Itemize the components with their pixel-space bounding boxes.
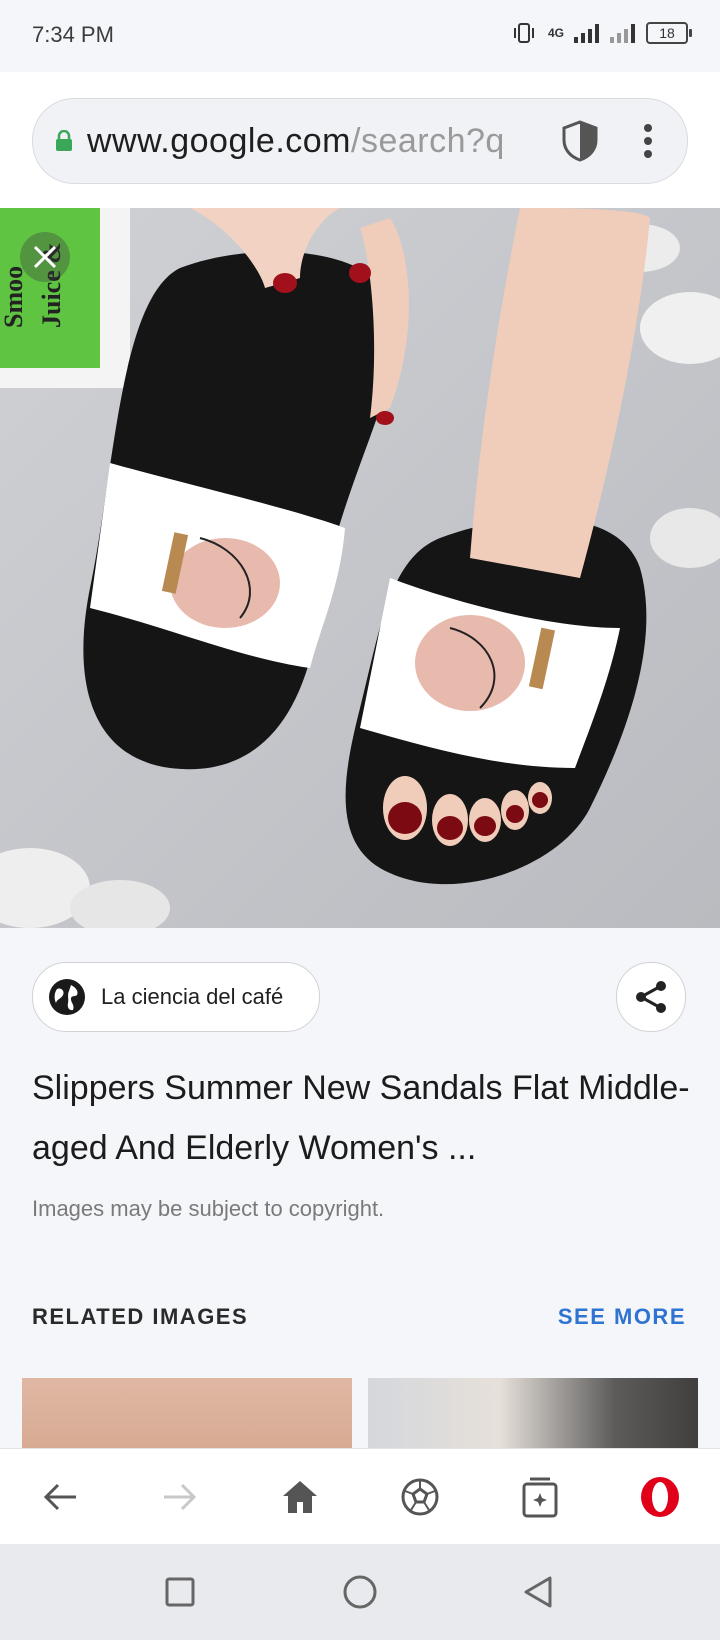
source-name: La ciencia del café: [101, 984, 284, 1009]
url-text[interactable]: www.google.com/search?q: [87, 122, 527, 161]
discover-button[interactable]: [392, 1469, 448, 1525]
arrow-left-icon: [43, 1483, 76, 1511]
status-time: 7:34 PM: [32, 22, 114, 47]
opera-menu-button[interactable]: [632, 1469, 688, 1525]
opera-logo-icon: [641, 1477, 679, 1517]
vibrate-icon: [513, 23, 534, 43]
battery-level: 18: [659, 25, 675, 41]
svg-text:Smoo: Smoo: [0, 266, 28, 328]
home-button[interactable]: [272, 1469, 328, 1525]
see-more-link[interactable]: SEE MORE: [558, 1304, 686, 1330]
tabs-button[interactable]: [512, 1469, 568, 1525]
copyright-notice: Images may be subject to copyright.: [32, 1196, 385, 1221]
square-icon: [165, 1577, 195, 1607]
system-home-button[interactable]: [336, 1568, 384, 1616]
related-image-thumbnail[interactable]: [368, 1378, 698, 1448]
close-icon: [33, 245, 57, 269]
tabs-icon: [522, 1477, 558, 1518]
triangle-back-icon: [524, 1576, 552, 1608]
browser-bottom-bar: [0, 1448, 720, 1545]
back-button[interactable]: [32, 1469, 88, 1525]
globe-icon: [49, 979, 85, 1015]
url-path: /search?q: [351, 121, 505, 160]
system-back-button[interactable]: [514, 1568, 562, 1616]
more-options-icon[interactable]: [643, 123, 653, 159]
image-title[interactable]: Slippers Summer New Sandals Flat Middle-…: [32, 1058, 692, 1178]
status-bar: 7:34 PM 4G 18: [0, 0, 720, 72]
recents-button[interactable]: [156, 1568, 204, 1616]
soccer-ball-icon: [401, 1478, 439, 1516]
forward-button[interactable]: [152, 1469, 208, 1525]
share-button[interactable]: [616, 962, 686, 1032]
related-image-thumbnail[interactable]: [22, 1378, 352, 1448]
battery-icon: 18: [646, 22, 692, 44]
signal-2-icon: [610, 24, 635, 43]
signal-icon: [574, 24, 599, 43]
close-button[interactable]: [20, 232, 70, 282]
related-images-heading: RELATED IMAGES: [32, 1304, 249, 1329]
preview-image[interactable]: Smoo Juice &: [0, 208, 720, 928]
system-navigation-bar: [0, 1544, 720, 1640]
url-host: www.google.com: [87, 121, 352, 160]
browser-toolbar: www.google.com/search?q: [0, 72, 720, 208]
address-bar[interactable]: www.google.com/search?q: [32, 98, 688, 184]
lock-icon: [56, 130, 72, 151]
home-icon: [283, 1481, 317, 1513]
status-icons: 4G 18: [510, 22, 692, 44]
circle-icon: [343, 1575, 377, 1609]
sandal-photo: Smoo Juice &: [0, 208, 720, 928]
arrow-right-icon: [164, 1483, 197, 1511]
source-chip[interactable]: La ciencia del café: [32, 962, 320, 1032]
network-type: 4G: [547, 26, 564, 40]
share-icon: [636, 981, 666, 1013]
shield-icon[interactable]: [559, 119, 601, 163]
